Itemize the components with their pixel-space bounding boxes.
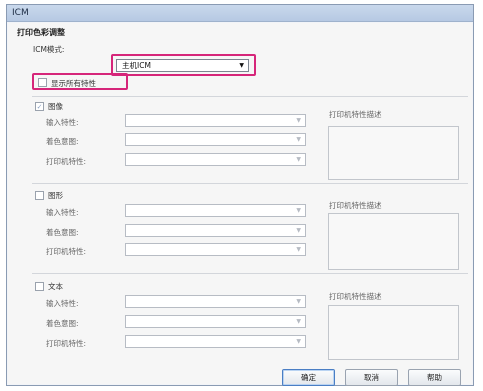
show-all-profiles-label: 显示所有特性 [51,79,96,88]
image-section-checkbox[interactable]: ✓ [35,102,44,111]
window-title: ICM [12,8,29,18]
image-input-profile-label: 输入特性: [46,118,79,127]
image-rendering-intent-select[interactable]: ▼ [125,133,306,146]
image-rendering-intent-label: 着色意图: [46,137,79,146]
chevron-down-icon: ▼ [296,136,301,143]
text-rendering-intent-label: 着色意图: [46,319,79,328]
text-section-title: 文本 [48,282,63,291]
image-description-label: 打印机特性描述 [329,110,382,119]
chevron-down-icon: ▼ [296,117,301,124]
chevron-down-icon: ▼ [296,298,301,305]
help-button[interactable]: 帮助 [408,369,461,386]
graphics-rendering-intent-label: 着色意图: [46,228,79,237]
show-all-profiles-checkbox[interactable] [38,78,47,87]
text-input-profile-select[interactable]: ▼ [125,295,306,308]
checkmark-icon: ✓ [36,103,43,111]
ok-button[interactable]: 确定 [282,369,335,386]
chevron-down-icon: ▼ [239,62,244,69]
chevron-down-icon: ▼ [296,156,301,163]
graphics-input-profile-label: 输入特性: [46,208,79,217]
chevron-down-icon: ▼ [296,338,301,345]
image-input-profile-select[interactable]: ▼ [125,114,306,127]
separator [32,273,468,274]
icm-mode-value: 主机ICM [122,61,151,70]
text-description-label: 打印机特性描述 [329,292,382,301]
cancel-button[interactable]: 取消 [345,369,398,386]
print-color-adjust-caption: 打印色彩调整 [17,28,65,37]
title-bar: ICM [7,5,473,22]
image-printer-profile-select[interactable]: ▼ [125,153,306,166]
graphics-input-profile-select[interactable]: ▼ [125,204,306,217]
text-rendering-intent-select[interactable]: ▼ [125,315,306,328]
dialog-body: 打印色彩调整 ICM模式: 主机ICM ▼ 显示所有特性 ✓ 图像 输入特性: … [8,23,472,386]
icm-dialog: ICM 打印色彩调整 ICM模式: 主机ICM ▼ 显示所有特性 ✓ 图像 输入… [6,4,474,386]
image-printer-profile-label: 打印机特性: [46,157,87,166]
chevron-down-icon: ▼ [296,246,301,253]
separator [32,96,468,97]
chevron-down-icon: ▼ [296,318,301,325]
text-input-profile-label: 输入特性: [46,299,79,308]
image-description-box [328,126,459,180]
graphics-description-box [328,213,459,270]
icm-mode-select[interactable]: 主机ICM ▼ [116,59,249,72]
text-section-checkbox[interactable] [35,282,44,291]
chevron-down-icon: ▼ [296,207,301,214]
text-description-box [328,305,459,360]
icm-mode-label: ICM模式: [33,45,65,54]
image-section-title: 图像 [48,102,63,111]
separator [32,183,468,184]
graphics-rendering-intent-select[interactable]: ▼ [125,224,306,237]
chevron-down-icon: ▼ [296,227,301,234]
text-printer-profile-select[interactable]: ▼ [125,335,306,348]
text-printer-profile-label: 打印机特性: [46,339,87,348]
graphics-section-title: 图形 [48,191,63,200]
graphics-section-checkbox[interactable] [35,191,44,200]
graphics-printer-profile-select[interactable]: ▼ [125,243,306,256]
graphics-description-label: 打印机特性描述 [329,201,382,210]
graphics-printer-profile-label: 打印机特性: [46,247,87,256]
